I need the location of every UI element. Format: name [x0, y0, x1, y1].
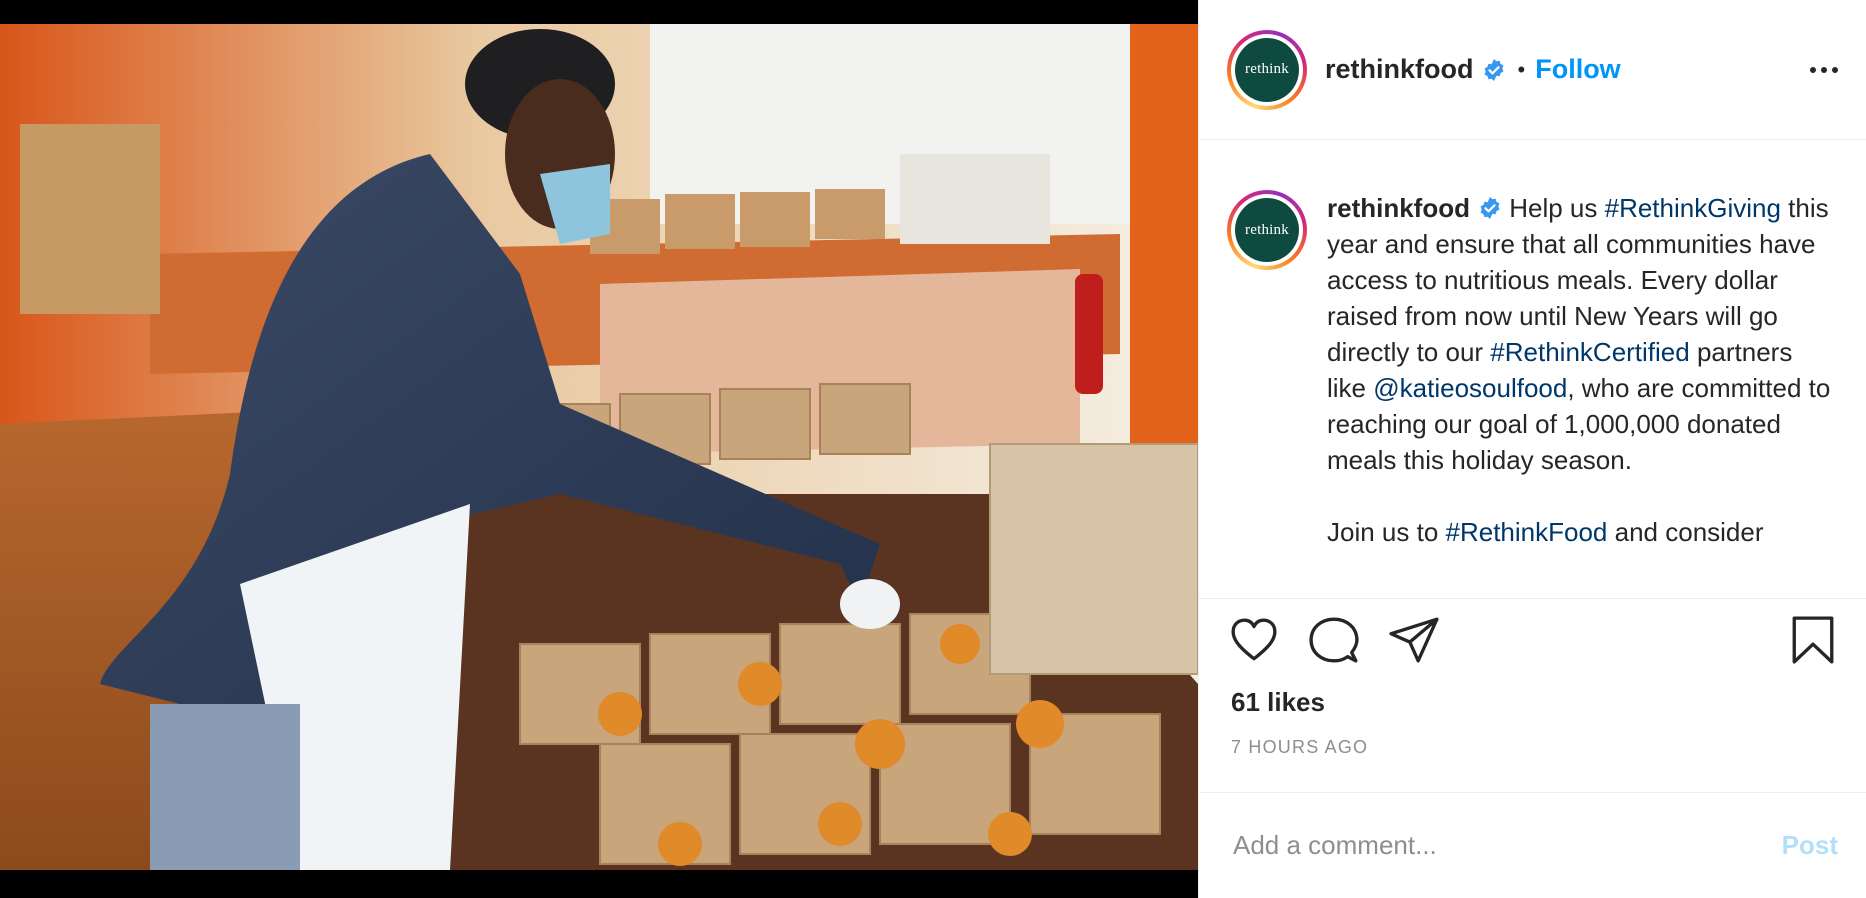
comment-input[interactable] — [1231, 829, 1782, 862]
caption-area: rethink rethinkfood Help us #RethinkGivi… — [1199, 140, 1866, 598]
paper-plane-icon[interactable] — [1389, 615, 1439, 665]
post-comment-button[interactable]: Post — [1782, 830, 1838, 861]
action-bar — [1199, 598, 1866, 680]
hashtag-rethinkcertified[interactable]: #RethinkCertified — [1490, 337, 1689, 367]
verified-badge-icon — [1484, 58, 1503, 81]
caption-avatar-ring[interactable]: rethink — [1227, 190, 1307, 270]
hashtag-rethinkgiving[interactable]: #RethinkGiving — [1605, 193, 1781, 223]
comment-icon[interactable] — [1309, 615, 1359, 665]
comment-bar: Post — [1199, 792, 1866, 898]
likes-count[interactable]: 61 likes — [1199, 680, 1866, 724]
caption-segment: Join us to — [1327, 517, 1446, 547]
author-avatar[interactable]: rethink — [1235, 37, 1299, 102]
instagram-post: rethink rethinkfood • Follow rethink ret… — [0, 0, 1866, 898]
post-photo[interactable] — [0, 24, 1198, 870]
separator-dot: • — [1517, 56, 1526, 82]
post-header: rethink rethinkfood • Follow — [1199, 0, 1866, 140]
author-username[interactable]: rethinkfood — [1325, 54, 1474, 85]
caption-text: rethinkfood Help us #RethinkGiving this … — [1327, 190, 1838, 598]
verified-badge-icon — [1480, 197, 1500, 219]
more-options-icon[interactable] — [1810, 59, 1838, 81]
post-media — [0, 0, 1198, 898]
hashtag-rethinkfood[interactable]: #RethinkFood — [1446, 517, 1608, 547]
caption-segment: Help us — [1502, 193, 1605, 223]
caption-avatar[interactable]: rethink — [1235, 198, 1299, 262]
caption-segment: and consider — [1607, 517, 1764, 547]
post-timestamp[interactable]: 7 HOURS AGO — [1199, 724, 1866, 770]
author-avatar-ring[interactable]: rethink — [1227, 29, 1307, 110]
mention-katieosoulfood[interactable]: @katieosoulfood — [1373, 373, 1567, 403]
photo-illustration — [0, 24, 1198, 870]
bookmark-icon[interactable] — [1788, 615, 1838, 665]
caption-username[interactable]: rethinkfood — [1327, 193, 1470, 223]
post-details-panel: rethink rethinkfood • Follow rethink ret… — [1198, 0, 1866, 898]
heart-icon[interactable] — [1229, 615, 1279, 665]
follow-button[interactable]: Follow — [1535, 54, 1620, 85]
